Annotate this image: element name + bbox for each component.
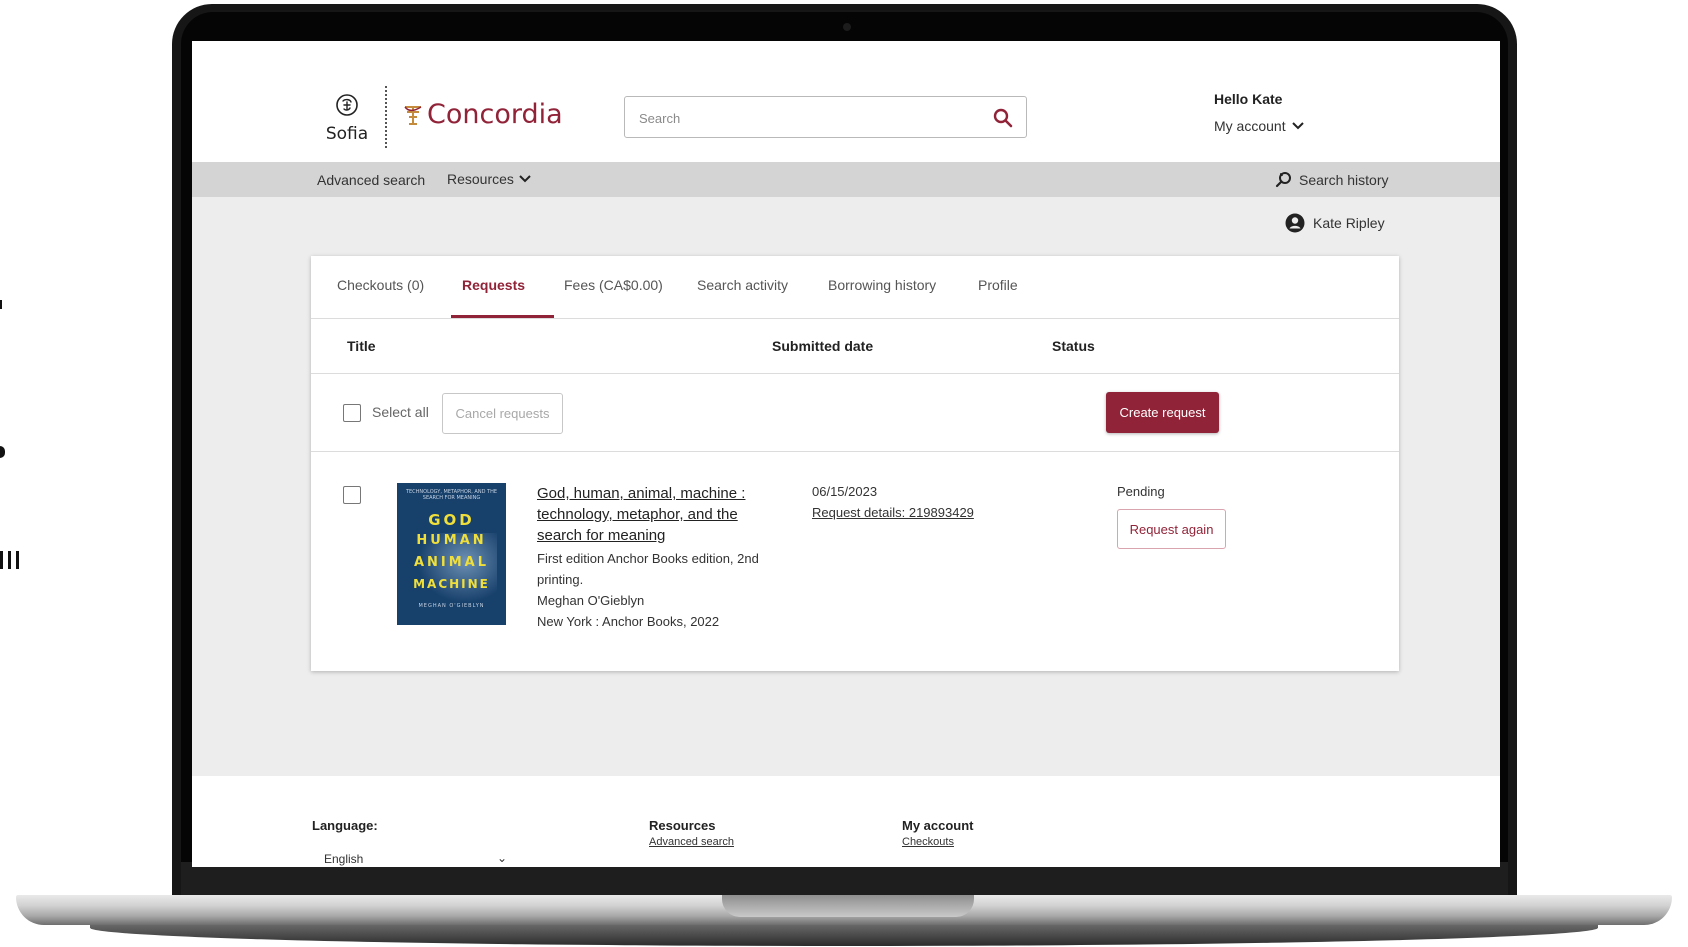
bulk-actions-bar: Select all Cancel requests Create reques… <box>311 374 1399 452</box>
status-text: Pending <box>1117 484 1165 499</box>
select-all-checkbox[interactable] <box>343 404 361 422</box>
edge-fragment <box>8 551 11 569</box>
edge-fragment <box>0 551 3 569</box>
create-request-button[interactable]: Create request <box>1106 392 1219 433</box>
footer-checkouts-link[interactable]: Checkouts <box>902 836 954 848</box>
user-circle-icon <box>1285 213 1305 233</box>
tab-borrowing-history[interactable]: Borrowing history <box>828 277 936 293</box>
column-title: Title <box>347 338 376 354</box>
cover-word-animal: ANIMAL <box>413 555 490 570</box>
table-header: Title Submitted date Status <box>311 319 1399 374</box>
item-edition-cont: printing. <box>537 572 584 587</box>
search-input[interactable] <box>639 107 979 129</box>
footer-resources-heading: Resources <box>649 818 716 833</box>
tab-search-activity[interactable]: Search activity <box>697 277 788 293</box>
screen: Sofia Concordia Hello Kate My account <box>192 41 1500 867</box>
cover-word-human: HUMAN <box>416 533 487 548</box>
account-tabs: Checkouts (0) Requests Fees (CA$0.00) Se… <box>311 256 1399 319</box>
laptop-mockup: Sofia Concordia Hello Kate My account <box>0 0 1688 947</box>
item-edition: First edition Anchor Books edition, 2nd <box>537 551 759 566</box>
cover-word-god: GOD <box>428 511 475 529</box>
laptop-base-shadow <box>90 924 1598 946</box>
tab-fees[interactable]: Fees (CA$0.00) <box>564 277 663 293</box>
account-card: Checkouts (0) Requests Fees (CA$0.00) Se… <box>311 256 1399 671</box>
chevron-down-icon <box>519 175 531 183</box>
request-details-link[interactable]: Request details: 219893429 <box>812 505 974 520</box>
user-name: Kate Ripley <box>1313 215 1385 231</box>
concordia-logo-icon <box>404 105 422 125</box>
cover-subtitle: TECHNOLOGY, METAPHOR, AND THE SEARCH FOR… <box>405 489 498 501</box>
request-again-button[interactable]: Request again <box>1117 509 1226 549</box>
laptop-notch <box>722 895 974 917</box>
search-bar <box>624 96 1027 138</box>
nav-resources-label: Resources <box>447 171 514 187</box>
footer-language-heading: Language: <box>312 818 378 833</box>
chevron-down-icon <box>1291 122 1304 130</box>
site-header: Sofia Concordia Hello Kate My account <box>192 41 1500 162</box>
sofia-logo-text: Sofia <box>325 124 369 144</box>
cover-author: MEGHAN O'GIEBLYN <box>418 603 485 609</box>
nav-resources-menu[interactable]: Resources <box>447 171 531 187</box>
camera-dot <box>843 23 851 31</box>
logo-divider <box>385 86 387 148</box>
submitted-date: 06/15/2023 <box>812 484 878 499</box>
sofia-logo-icon <box>336 94 358 116</box>
item-title-link[interactable]: God, human, animal, machine : technology… <box>537 483 782 546</box>
nav-bar: Advanced search Resources Search history <box>192 162 1500 197</box>
search-icon[interactable] <box>992 107 1014 129</box>
footer-advanced-search-link[interactable]: Advanced search <box>649 836 734 848</box>
nav-advanced-search[interactable]: Advanced search <box>317 172 425 188</box>
item-publisher: New York : Anchor Books, 2022 <box>537 614 720 629</box>
row-checkbox[interactable] <box>343 486 361 504</box>
nav-search-history[interactable]: Search history <box>1275 171 1388 189</box>
nav-search-history-label: Search history <box>1299 172 1389 188</box>
search-history-icon <box>1275 172 1291 188</box>
user-profile-link[interactable]: Kate Ripley <box>1285 213 1385 233</box>
edge-fragment <box>0 446 5 458</box>
cover-word-machine: MACHINE <box>413 577 490 591</box>
active-tab-indicator <box>451 315 554 318</box>
sofia-logo[interactable]: Sofia <box>325 93 369 144</box>
select-all-label: Select all <box>372 404 429 420</box>
book-cover[interactable]: TECHNOLOGY, METAPHOR, AND THE SEARCH FOR… <box>397 483 506 625</box>
column-status: Status <box>1052 338 1095 354</box>
tab-profile[interactable]: Profile <box>978 277 1018 293</box>
footer-account-heading: My account <box>902 818 974 833</box>
concordia-logo[interactable]: Concordia <box>403 99 563 130</box>
site-footer: Language: English ⌄ Resources Advanced s… <box>192 776 1500 867</box>
tab-checkouts[interactable]: Checkouts (0) <box>337 277 424 293</box>
tab-requests[interactable]: Requests <box>462 277 525 293</box>
language-select[interactable]: English <box>324 852 363 866</box>
cancel-requests-button[interactable]: Cancel requests <box>442 393 563 434</box>
table-row: TECHNOLOGY, METAPHOR, AND THE SEARCH FOR… <box>311 452 1399 671</box>
item-author: Meghan O'Gieblyn <box>537 593 645 608</box>
column-submitted-date: Submitted date <box>772 338 874 354</box>
chevron-down-icon: ⌄ <box>497 851 508 865</box>
edge-fragment <box>16 551 19 569</box>
edge-fragment <box>0 300 2 309</box>
my-account-menu[interactable]: My account <box>1214 118 1304 134</box>
concordia-logo-text: Concordia <box>427 99 563 130</box>
my-account-label: My account <box>1214 118 1286 134</box>
greeting: Hello Kate <box>1214 91 1283 107</box>
